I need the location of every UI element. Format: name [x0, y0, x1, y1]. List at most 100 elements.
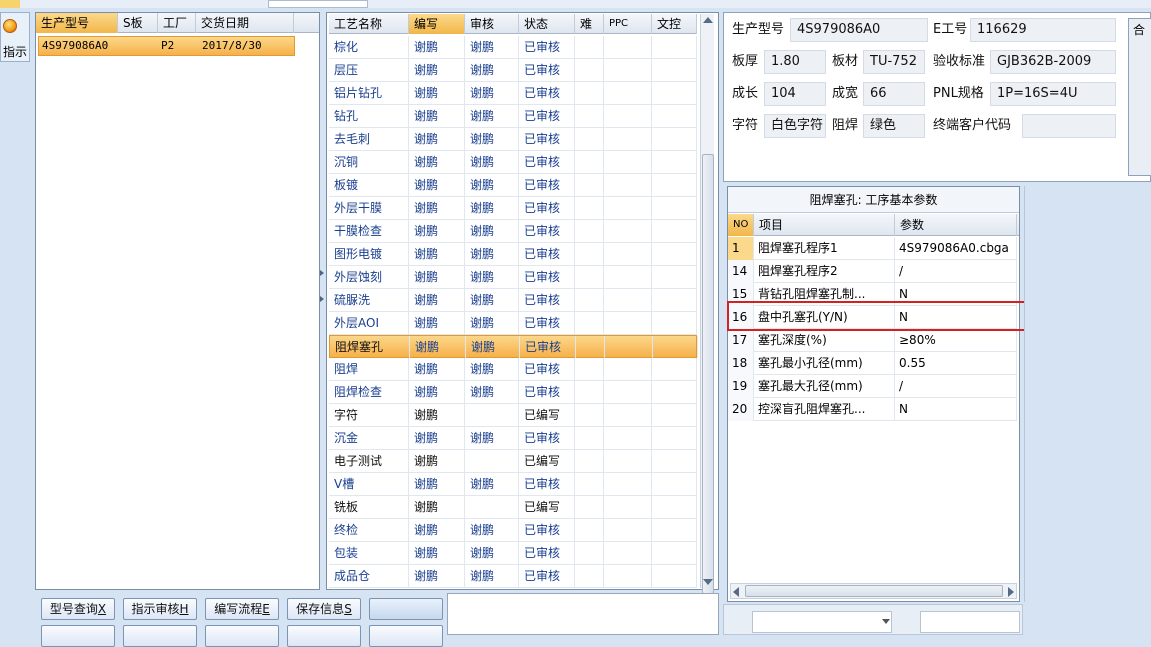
- process-ppc: [604, 174, 652, 196]
- process-row[interactable]: 图形电镀 谢鹏 谢鹏 已审核: [329, 243, 697, 266]
- thickness-value[interactable]: 1.80: [764, 50, 826, 74]
- process-row[interactable]: 外层干膜 谢鹏 谢鹏 已审核: [329, 197, 697, 220]
- more-button-1[interactable]: [41, 625, 115, 647]
- standard-value[interactable]: GJB362B-2009: [990, 50, 1116, 74]
- process-row[interactable]: 铣板 谢鹏 已编写: [329, 496, 697, 519]
- width-value[interactable]: 66: [863, 82, 925, 106]
- toolbar-active-tab[interactable]: [0, 0, 20, 8]
- process-writer: 谢鹏: [409, 220, 465, 242]
- process-grid-scrollbar[interactable]: [700, 14, 714, 594]
- process-row[interactable]: 包装 谢鹏 谢鹏 已审核: [329, 542, 697, 565]
- column-header-status[interactable]: 状态: [519, 14, 575, 34]
- toolbar-field[interactable]: [268, 0, 368, 8]
- process-doc-control: [652, 59, 697, 81]
- process-name: 外层干膜: [329, 197, 409, 219]
- process-row[interactable]: 钻孔 谢鹏 谢鹏 已审核: [329, 105, 697, 128]
- column-header-process-name[interactable]: 工艺名称: [329, 14, 409, 34]
- process-row[interactable]: 沉铜 谢鹏 谢鹏 已审核: [329, 151, 697, 174]
- process-row[interactable]: 阻焊检查 谢鹏 谢鹏 已审核: [329, 381, 697, 404]
- process-row[interactable]: 硫脲洗 谢鹏 谢鹏 已审核: [329, 289, 697, 312]
- blank-panel: [447, 593, 719, 635]
- process-ppc: [604, 105, 652, 127]
- process-row[interactable]: 电子测试 谢鹏 已编写: [329, 450, 697, 473]
- process-writer: 谢鹏: [409, 105, 465, 127]
- scroll-thumb[interactable]: [702, 154, 714, 594]
- customer-code-value[interactable]: [1022, 114, 1116, 138]
- mask-value[interactable]: 绿色: [863, 114, 925, 138]
- param-grid-hscrollbar[interactable]: [730, 583, 1017, 599]
- footer-field[interactable]: [920, 611, 1020, 633]
- column-header-writer[interactable]: 编写: [409, 14, 465, 34]
- guide-review-button[interactable]: 指示审核H: [123, 598, 197, 620]
- e-number-value[interactable]: 116629: [970, 18, 1116, 42]
- guide-icon[interactable]: [3, 19, 17, 33]
- process-doc-control: [652, 36, 697, 58]
- scroll-up-icon[interactable]: [703, 17, 713, 23]
- extra-button[interactable]: [369, 598, 443, 620]
- process-difficulty: [575, 358, 604, 380]
- process-ppc: [604, 243, 652, 265]
- process-difficulty: [575, 450, 604, 472]
- material-value[interactable]: TU-752: [863, 50, 925, 74]
- model-value[interactable]: 4S979086A0: [790, 18, 928, 42]
- process-row[interactable]: 外层蚀刻 谢鹏 谢鹏 已审核: [329, 266, 697, 289]
- process-row[interactable]: 成品仓 谢鹏 谢鹏 已审核: [329, 565, 697, 588]
- column-header-doc-control[interactable]: 文控: [652, 14, 697, 34]
- hscroll-thumb[interactable]: [745, 585, 1003, 597]
- model-query-button[interactable]: 型号查询X: [41, 598, 115, 620]
- side-tab[interactable]: 合: [1128, 18, 1151, 176]
- scroll-right-icon[interactable]: [1008, 587, 1014, 597]
- param-row[interactable]: 18 塞孔最小孔径(mm) 0.55: [728, 352, 1017, 375]
- column-header-no[interactable]: NO: [728, 214, 754, 236]
- column-header-s-board[interactable]: S板: [118, 13, 158, 33]
- process-row[interactable]: 铝片钻孔 谢鹏 谢鹏 已审核: [329, 82, 697, 105]
- product-model: 4S979086A0: [42, 39, 109, 52]
- process-row[interactable]: 字符 谢鹏 已编写: [329, 404, 697, 427]
- process-row[interactable]: 外层AOI 谢鹏 谢鹏 已审核: [329, 312, 697, 335]
- process-row[interactable]: 沉金 谢鹏 谢鹏 已审核: [329, 427, 697, 450]
- column-header-model[interactable]: 生产型号: [36, 13, 118, 33]
- process-row[interactable]: 层压 谢鹏 谢鹏 已审核: [329, 59, 697, 82]
- process-status: 已审核: [519, 151, 575, 173]
- column-header-factory[interactable]: 工厂: [158, 13, 196, 33]
- process-name: 铣板: [329, 496, 409, 518]
- product-row[interactable]: 4S979086A0 P2 2017/8/30: [38, 36, 295, 56]
- param-row[interactable]: 1 阻焊塞孔程序1 4S979086A0.cbga: [728, 237, 1017, 260]
- more-button-4[interactable]: [287, 625, 361, 647]
- column-header-difficulty[interactable]: 难: [575, 14, 604, 34]
- process-row[interactable]: 棕化 谢鹏 谢鹏 已审核: [329, 36, 697, 59]
- process-row[interactable]: 板镀 谢鹏 谢鹏 已审核: [329, 174, 697, 197]
- column-header-value[interactable]: 参数: [895, 214, 1017, 236]
- process-name: 字符: [329, 404, 409, 426]
- pnl-value[interactable]: 1P=16S=4U: [990, 82, 1116, 106]
- splitter-handle[interactable]: [319, 266, 325, 338]
- column-header-ppc[interactable]: PPC: [604, 14, 652, 34]
- write-process-button[interactable]: 编写流程E: [205, 598, 279, 620]
- length-value[interactable]: 104: [764, 82, 826, 106]
- guide-panel[interactable]: 指示: [0, 12, 30, 62]
- process-row[interactable]: 终检 谢鹏 谢鹏 已审核: [329, 519, 697, 542]
- process-row[interactable]: 去毛刺 谢鹏 谢鹏 已审核: [329, 128, 697, 151]
- process-row[interactable]: 干膜检查 谢鹏 谢鹏 已审核: [329, 220, 697, 243]
- param-value: 4S979086A0.cbga: [895, 237, 1017, 260]
- process-ppc: [604, 289, 652, 311]
- process-row[interactable]: 阻焊塞孔 谢鹏 谢鹏 已审核: [329, 335, 698, 358]
- more-button-2[interactable]: [123, 625, 197, 647]
- scroll-left-icon[interactable]: [733, 587, 739, 597]
- chevron-down-icon[interactable]: [882, 619, 890, 624]
- column-header-delivery-date[interactable]: 交货日期: [196, 13, 294, 33]
- process-row[interactable]: 阻焊 谢鹏 谢鹏 已审核: [329, 358, 697, 381]
- param-row[interactable]: 19 塞孔最大孔径(mm) /: [728, 375, 1017, 398]
- param-row[interactable]: 17 塞孔深度(%) ≥80%: [728, 329, 1017, 352]
- char-value[interactable]: 白色字符: [764, 114, 826, 138]
- param-row[interactable]: 14 阻焊塞孔程序2/: [728, 260, 1017, 283]
- footer-dropdown[interactable]: [752, 611, 892, 633]
- save-info-button[interactable]: 保存信息S: [287, 598, 361, 620]
- column-header-reviewer[interactable]: 审核: [465, 14, 519, 34]
- more-button-3[interactable]: [205, 625, 279, 647]
- scroll-down-icon[interactable]: [703, 579, 713, 585]
- param-row[interactable]: 20 控深盲孔阻焊塞孔... N: [728, 398, 1017, 421]
- more-button-5[interactable]: [369, 625, 443, 647]
- column-header-item[interactable]: 项目: [754, 214, 895, 236]
- process-row[interactable]: V槽 谢鹏 谢鹏 已审核: [329, 473, 697, 496]
